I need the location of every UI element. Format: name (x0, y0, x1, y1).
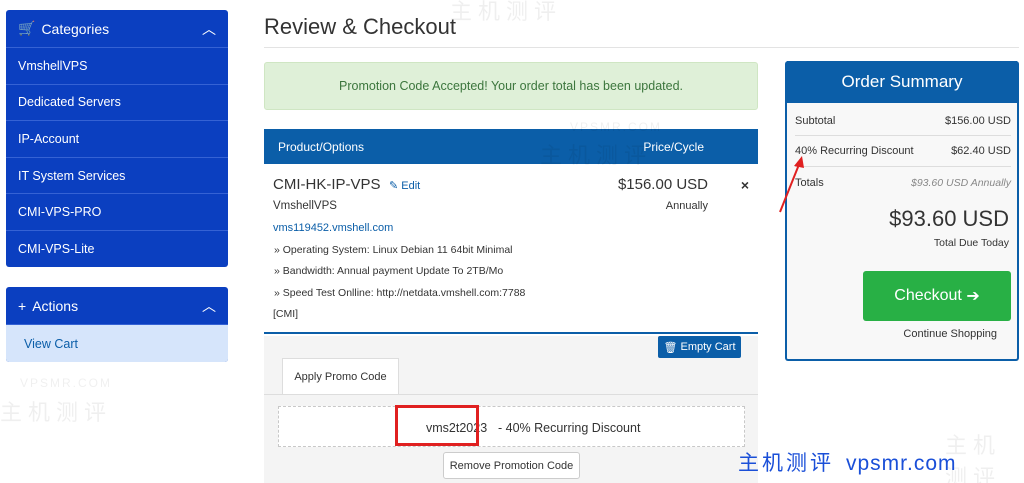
discount-row: 40% Recurring Discount $62.40 USD (795, 145, 1011, 157)
sidebar-item-it-system-services[interactable]: IT System Services (6, 158, 228, 195)
sidebar-item-dedicated-servers[interactable]: Dedicated Servers (6, 85, 228, 122)
tab-apply-promo-code[interactable]: Apply Promo Code (282, 358, 399, 395)
totals-row: Totals $93.60 USD Annually (795, 177, 1011, 189)
sidebar-item-cmi-vps-pro[interactable]: CMI-VPS-PRO (6, 194, 228, 231)
site-watermark-logo: 主机测评 vpsmr.com (738, 447, 957, 477)
checkout-page: 🛒 Categories ︿ VmshellVPS Dedicated Serv… (0, 0, 1024, 483)
empty-cart-label: Empty Cart (680, 341, 736, 353)
categories-title: Categories (41, 20, 110, 37)
order-summary-panel: Order Summary Subtotal $156.00 USD 40% R… (785, 61, 1019, 361)
sidebar-item-ip-account[interactable]: IP-Account (6, 121, 228, 158)
actions-header[interactable]: + Actions ︿ (6, 287, 228, 325)
subtotal-row: Subtotal $156.00 USD (795, 115, 1011, 127)
total-due-label: Total Due Today (933, 237, 1009, 249)
watermark-text: 主机测评 (450, 0, 563, 24)
title-divider (264, 47, 1019, 48)
sidebar-item-vmshellvps[interactable]: VmshellVPS (6, 48, 228, 85)
subtotal-value: $156.00 USD (944, 115, 1011, 127)
remove-promotion-button[interactable]: Remove Promotion Code (443, 452, 580, 479)
summary-divider (795, 166, 1011, 167)
product-group: VmshellVPS (273, 200, 337, 212)
view-cart-link[interactable]: View Cart (6, 325, 228, 362)
promo-tab-divider (264, 394, 758, 395)
checkout-button[interactable]: Checkout ➔ (863, 271, 1011, 321)
actions-title: Actions (32, 297, 79, 314)
discount-label: 40% Recurring Discount (795, 145, 914, 157)
product-name: CMI-HK-IP-VPS (273, 176, 381, 193)
product-price: $156.00 USD (617, 176, 708, 193)
product-domain: vms119452.vmshell.com (273, 222, 394, 234)
cart-table-header: Product/Options Price/Cycle (264, 129, 758, 164)
column-product-options: Product/Options (278, 139, 365, 154)
summary-divider (795, 135, 1011, 136)
totals-value: $93.60 USD Annually (910, 177, 1011, 189)
plus-icon: + (18, 297, 27, 314)
applied-promo-box: vms2t2023 - 40% Recurring Discount (278, 406, 745, 447)
categories-panel: 🛒 Categories ︿ VmshellVPS Dedicated Serv… (6, 10, 228, 267)
watermark-small: VPSMR.COM (20, 376, 113, 390)
promo-code-highlight-box (395, 405, 479, 446)
watermark-cn: 主机测评 (738, 452, 834, 475)
option-speed-test: » Speed Test Onlline: http://netdata.vms… (274, 287, 526, 299)
promo-description: - 40% Recurring Discount (498, 421, 641, 435)
chevron-up-icon[interactable]: ︿ (202, 19, 216, 39)
arrow-right-icon: ➔ (966, 288, 980, 305)
remove-item-icon[interactable]: × (741, 177, 749, 193)
cart-item: CMI-HK-IP-VPS ✎ Edit VmshellVPS vms11945… (264, 164, 758, 334)
option-bandwidth: » Bandwidth: Annual payment Update To 2T… (274, 265, 504, 277)
order-summary-title: Order Summary (787, 61, 1017, 103)
edit-label: Edit (401, 180, 421, 192)
promo-success-alert: Promotion Code Accepted! Your order tota… (264, 62, 758, 110)
page-title: Review & Checkout (264, 14, 456, 39)
chevron-up-icon[interactable]: ︿ (202, 296, 216, 316)
product-cycle: Annually (665, 200, 708, 212)
promo-section: Apply Promo Code vms2t2023 - 40% Recurri… (264, 336, 758, 483)
edit-link[interactable]: ✎ Edit (389, 179, 420, 192)
actions-panel: + Actions ︿ View Cart (6, 287, 228, 362)
watermark-domain: vpsmr.com (846, 452, 957, 475)
total-amount: $93.60 USD (889, 206, 1009, 231)
product-tag: [CMI] (273, 308, 299, 320)
watermark-text: 主机测评 (0, 400, 113, 425)
pencil-icon: ✎ (389, 180, 399, 192)
trash-icon: 🗑 (663, 341, 678, 354)
sidebar-item-cmi-vps-lite[interactable]: CMI-VPS-Lite (6, 231, 228, 268)
cart-icon: 🛒 (18, 20, 36, 36)
categories-header[interactable]: 🛒 Categories ︿ (6, 10, 228, 48)
option-operating-system: » Operating System: Linux Debian 11 64bi… (274, 244, 513, 256)
column-price-cycle: Price/Cycle (643, 139, 704, 154)
continue-shopping-link[interactable]: Continue Shopping (903, 328, 997, 340)
checkout-label: Checkout (894, 287, 962, 304)
watermark-text: 主机测评 (945, 433, 1002, 483)
discount-value: $62.40 USD (951, 145, 1011, 157)
empty-cart-button[interactable]: 🗑 Empty Cart (658, 336, 741, 358)
subtotal-label: Subtotal (795, 115, 836, 127)
annotation-arrow-icon (779, 156, 804, 213)
